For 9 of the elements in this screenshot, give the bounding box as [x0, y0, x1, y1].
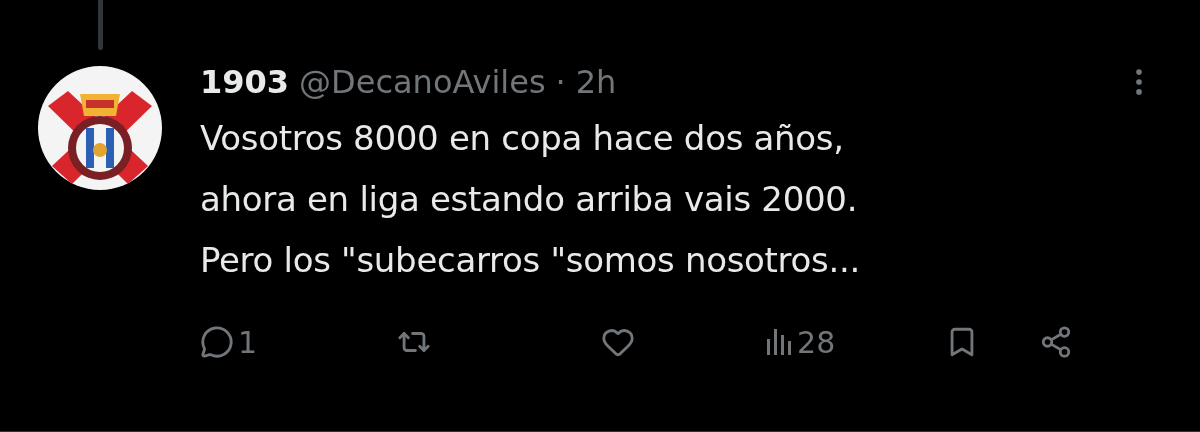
tweet-text: Vosotros 8000 en copa hace dos años, ahora en liga estando arriba vais 2000. Pero los "subecarros "somos nosotros... — [200, 117, 861, 282]
speech-bubble-icon — [200, 325, 234, 359]
post-time[interactable]: 2h — [575, 63, 617, 101]
display-name[interactable]: 1903 — [200, 63, 290, 101]
bar-chart-icon — [765, 327, 794, 357]
separator-dot: · — [555, 63, 566, 101]
views-button[interactable]: 28 — [765, 324, 836, 360]
user-handle[interactable]: @DecanoAviles — [299, 63, 546, 101]
reply-button[interactable]: 1 — [200, 324, 258, 360]
